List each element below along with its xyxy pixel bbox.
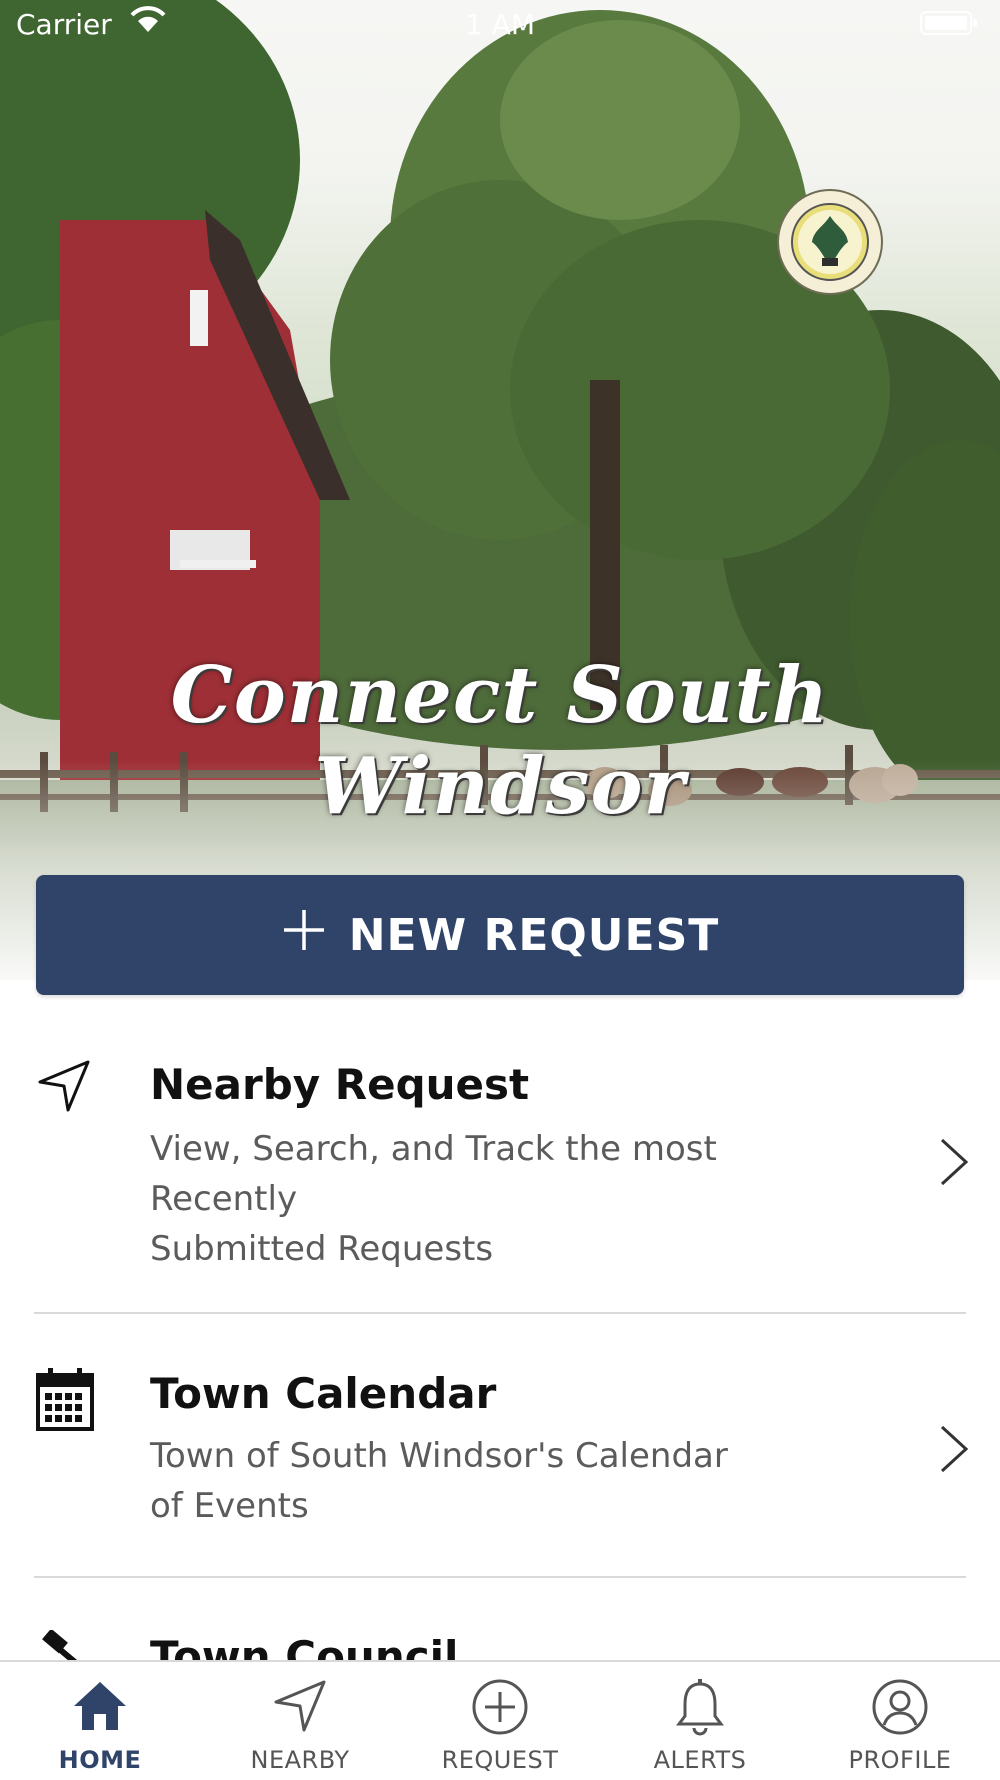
tab-alerts[interactable]: ALERTS	[600, 1662, 800, 1780]
plus-circle-icon	[400, 1678, 600, 1740]
divider	[34, 1312, 966, 1314]
subtitle-line: View, Search, and Track the most Recentl…	[150, 1129, 717, 1219]
status-bar: Carrier 1 AM	[0, 0, 1000, 50]
tab-label: REQUEST	[441, 1746, 559, 1774]
subtitle-line: Submitted Requests	[150, 1229, 494, 1269]
tab-nearby[interactable]: NEARBY	[200, 1662, 400, 1780]
list-item-title: Nearby Request	[150, 1060, 530, 1109]
tab-label: PROFILE	[848, 1746, 952, 1774]
chevron-right-icon	[936, 1134, 972, 1194]
list-item-subtitle: View, Search, and Track the most Recentl…	[150, 1124, 870, 1274]
home-icon	[0, 1678, 200, 1738]
chevron-right-icon	[936, 1421, 972, 1481]
battery-icon	[920, 10, 980, 43]
tab-label: NEARBY	[250, 1746, 350, 1774]
subtitle-line: of Events	[150, 1486, 309, 1526]
tab-label: HOME	[58, 1746, 142, 1774]
list-item-nearby-request[interactable]: Nearby Request View, Search, and Track t…	[0, 1040, 1000, 1310]
tab-bar: HOME NEARBY REQUEST ALERTS PROFILE	[0, 1660, 1000, 1780]
user-circle-icon	[800, 1678, 1000, 1740]
divider	[34, 1576, 966, 1578]
hero-banner: Carrier 1 AM Connect South Windsor	[0, 0, 1000, 1000]
plus-icon	[281, 907, 327, 964]
location-arrow-icon	[36, 1058, 92, 1118]
tab-label: ALERTS	[653, 1746, 747, 1774]
list-item-subtitle: Town of South Windsor's Calendar of Even…	[150, 1431, 870, 1531]
app-title: Connect South Windsor	[170, 650, 830, 832]
bell-icon	[600, 1678, 800, 1740]
new-request-button[interactable]: NEW REQUEST	[36, 875, 964, 995]
calendar-icon	[36, 1367, 94, 1435]
tab-profile[interactable]: PROFILE	[800, 1662, 1000, 1780]
new-request-label: NEW REQUEST	[348, 909, 720, 961]
tab-request[interactable]: REQUEST	[400, 1662, 600, 1780]
tab-home[interactable]: HOME	[0, 1662, 200, 1780]
town-seal-logo	[776, 188, 884, 300]
list-item-town-calendar[interactable]: Town Calendar Town of South Windsor's Ca…	[0, 1355, 1000, 1575]
location-arrow-icon	[200, 1678, 400, 1738]
status-time: 1 AM	[464, 8, 536, 41]
list-item-title: Town Calendar	[150, 1369, 497, 1418]
subtitle-line: Town of South Windsor's Calendar	[150, 1436, 728, 1476]
